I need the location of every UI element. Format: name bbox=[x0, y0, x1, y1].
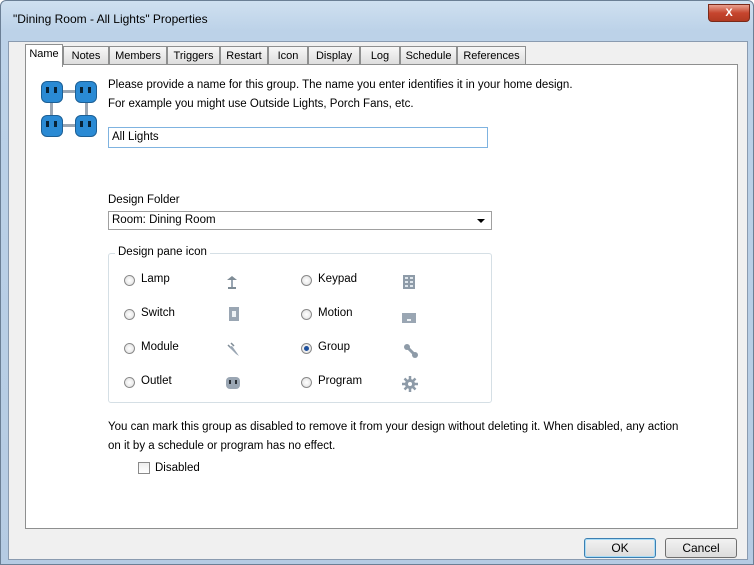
radio-keypad[interactable] bbox=[301, 275, 312, 286]
tab-restart[interactable]: Restart bbox=[220, 46, 268, 65]
title-bar[interactable]: "Dining Room - All Lights" Properties X bbox=[1, 1, 753, 35]
group-link-icon bbox=[404, 344, 418, 358]
radio-module[interactable] bbox=[124, 343, 135, 354]
keypad-icon bbox=[403, 275, 415, 289]
radio-switch-label: Switch bbox=[141, 307, 175, 319]
radio-keypad-label: Keypad bbox=[318, 273, 358, 285]
radio-group-label: Group bbox=[318, 341, 350, 353]
instruction-text-line2: For example you might use Outside Lights… bbox=[108, 98, 414, 110]
gear-icon bbox=[402, 376, 418, 392]
design-pane-icon-legend: Design pane icon bbox=[115, 246, 210, 258]
design-pane-icon-group: Design pane icon Lamp Keypad Switch Moti… bbox=[108, 246, 492, 403]
radio-motion[interactable] bbox=[301, 309, 312, 320]
disabled-checkbox-label: Disabled bbox=[155, 462, 200, 474]
radio-outlet[interactable] bbox=[124, 377, 135, 388]
design-folder-value: Room: Dining Room bbox=[112, 214, 216, 226]
radio-outlet-label: Outlet bbox=[141, 375, 172, 387]
group-outlets-icon bbox=[41, 81, 97, 137]
tab-icon[interactable]: Icon bbox=[268, 46, 308, 65]
radio-switch[interactable] bbox=[124, 309, 135, 320]
radio-program[interactable] bbox=[301, 377, 312, 388]
ok-button[interactable]: OK bbox=[584, 538, 656, 558]
outlet-icon bbox=[226, 377, 240, 389]
chevron-down-icon bbox=[477, 219, 485, 223]
tab-display[interactable]: Display bbox=[308, 46, 360, 65]
close-button[interactable]: X bbox=[708, 4, 750, 22]
tab-log[interactable]: Log bbox=[360, 46, 400, 65]
radio-group[interactable] bbox=[301, 343, 312, 354]
radio-module-label: Module bbox=[141, 341, 179, 353]
radio-lamp-label: Lamp bbox=[141, 273, 170, 285]
plug-module-icon bbox=[227, 342, 239, 356]
radio-lamp[interactable] bbox=[124, 275, 135, 286]
disable-info-line1: You can mark this group as disabled to r… bbox=[108, 421, 679, 433]
design-folder-label: Design Folder bbox=[108, 194, 180, 206]
disable-info-line2: on it by a schedule or program has no ef… bbox=[108, 440, 336, 452]
dialog-client-area: Name Notes Members Triggers Restart Icon… bbox=[8, 41, 748, 560]
cancel-button[interactable]: Cancel bbox=[665, 538, 737, 558]
tab-members[interactable]: Members bbox=[109, 46, 167, 65]
window-title: "Dining Room - All Lights" Properties bbox=[13, 12, 208, 26]
properties-dialog: "Dining Room - All Lights" Properties X … bbox=[0, 0, 754, 565]
tab-notes[interactable]: Notes bbox=[63, 46, 109, 65]
tab-references[interactable]: References bbox=[457, 46, 526, 65]
radio-motion-label: Motion bbox=[318, 307, 353, 319]
motion-icon bbox=[402, 313, 416, 323]
switch-icon bbox=[229, 307, 239, 321]
lamp-icon bbox=[227, 276, 237, 289]
instruction-text-line1: Please provide a name for this group. Th… bbox=[108, 79, 573, 91]
disabled-checkbox[interactable] bbox=[138, 462, 150, 474]
radio-program-label: Program bbox=[318, 375, 363, 387]
tab-name[interactable]: Name bbox=[25, 44, 63, 67]
tab-triggers[interactable]: Triggers bbox=[167, 46, 220, 65]
design-folder-dropdown[interactable]: Room: Dining Room bbox=[108, 211, 492, 230]
group-name-input[interactable]: All Lights bbox=[108, 127, 488, 148]
name-tab-panel: Please provide a name for this group. Th… bbox=[25, 64, 738, 529]
tab-schedule[interactable]: Schedule bbox=[400, 46, 457, 65]
